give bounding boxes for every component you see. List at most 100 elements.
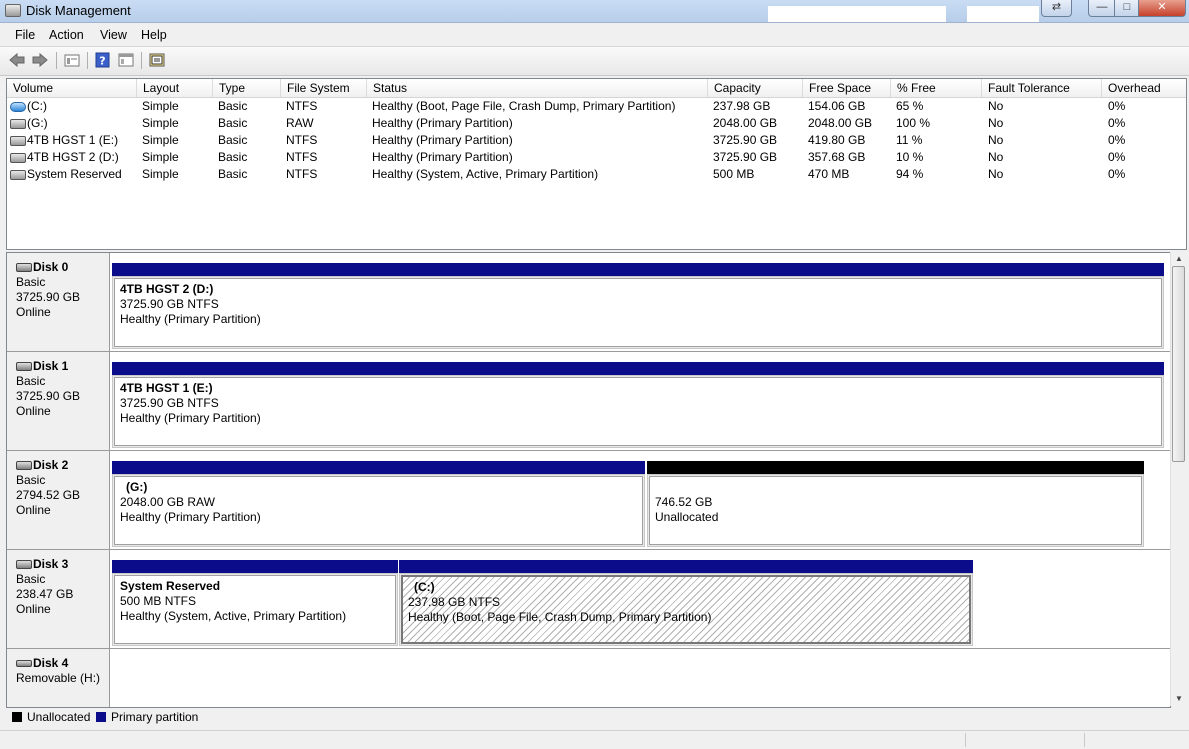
disk-row-1[interactable]: Disk 1 Basic 3725.90 GB Online 4TB HGST …	[7, 352, 1170, 451]
volume-row[interactable]: (C:) Simple Basic NTFS Healthy (Boot, Page F…	[7, 98, 1186, 115]
close-button[interactable]: ✕	[1138, 0, 1186, 17]
restore-icon[interactable]: ⇄	[1041, 0, 1072, 17]
partition-status: Healthy (Primary Partition)	[120, 510, 261, 524]
unallocated-swatch	[12, 712, 22, 722]
partition-size: 3725.90 GB NTFS	[120, 297, 219, 311]
col-file-system[interactable]: File System	[281, 79, 367, 97]
refresh-icon[interactable]	[148, 52, 166, 68]
minimize-button[interactable]: —	[1088, 0, 1116, 17]
col-volume[interactable]: Volume	[7, 79, 137, 97]
partition-name: (C:)	[414, 580, 435, 594]
partition-body-selected[interactable]: (C:) 237.98 GB NTFS Healthy (Boot, Page …	[401, 575, 971, 644]
menu-action[interactable]: Action	[49, 28, 84, 42]
partition-body[interactable]: System Reserved 500 MB NTFS Healthy (Sys…	[114, 575, 396, 644]
cell-free-space: 357.68 GB	[808, 150, 866, 164]
primary-partition-bar	[112, 263, 1164, 276]
cell-type: Basic	[218, 167, 248, 181]
volume-icon	[10, 136, 26, 146]
disk-name-label: Disk 3	[33, 557, 69, 571]
partition-status: Unallocated	[655, 510, 719, 524]
cell-volume-name: (G:)	[27, 116, 48, 130]
partition-c[interactable]: (C:) 237.98 GB NTFS Healthy (Boot, Page …	[399, 560, 973, 646]
volume-row[interactable]: (G:) Simple Basic RAW Healthy (Primary Parti…	[7, 115, 1186, 132]
partition-e[interactable]: 4TB HGST 1 (E:) 3725.90 GB NTFS Healthy …	[112, 362, 1164, 448]
col-layout[interactable]: Layout	[137, 79, 213, 97]
volume-row[interactable]: 4TB HGST 1 (E:) Simple Basic NTFS Healthy (P…	[7, 132, 1186, 149]
disk-info[interactable]: Disk 1 Basic 3725.90 GB Online	[7, 352, 110, 450]
disk-row-3[interactable]: Disk 3 Basic 238.47 GB Online System Res…	[7, 550, 1170, 649]
cell-volume-name: System Reserved	[27, 167, 122, 181]
col-capacity[interactable]: Capacity	[708, 79, 803, 97]
partition-body[interactable]: 746.52 GB Unallocated	[649, 476, 1142, 545]
disk-name: Disk 4	[16, 656, 109, 671]
maximize-button[interactable]: □	[1114, 0, 1140, 17]
cell-percent-free: 65 %	[896, 99, 924, 113]
partition-g[interactable]: (G:) 2048.00 GB RAW Healthy (Primary Par…	[112, 461, 645, 547]
scrollbar-thumb[interactable]	[1172, 266, 1185, 462]
cell-fault-tolerance: No	[988, 150, 1004, 164]
disk-status: Online	[16, 404, 51, 418]
menu-file[interactable]: File	[15, 28, 35, 42]
hard-disk-icon	[16, 362, 32, 371]
col-type[interactable]: Type	[213, 79, 281, 97]
cell-status: Healthy (System, Active, Primary Partiti…	[372, 167, 599, 181]
disk-info[interactable]: Disk 2 Basic 2794.52 GB Online	[7, 451, 110, 549]
unallocated-space[interactable]: 746.52 GB Unallocated	[647, 461, 1144, 547]
cell-file-system: NTFS	[286, 167, 318, 181]
cell-capacity: 3725.90 GB	[713, 150, 778, 164]
disk-name-label: Disk 4	[33, 656, 69, 670]
disk-info[interactable]: Disk 0 Basic 3725.90 GB Online	[7, 253, 110, 351]
disk-row-4[interactable]: Disk 4 Removable (H:)	[7, 649, 1170, 707]
col-free-space[interactable]: Free Space	[803, 79, 891, 97]
disk-type: Basic	[16, 473, 46, 487]
scroll-down-icon[interactable]: ▼	[1175, 694, 1183, 703]
disk-pane-scrollbar[interactable]: ▲ ▼	[1170, 252, 1186, 706]
volume-list[interactable]: Volume Layout Type File System Status Ca…	[6, 78, 1187, 250]
menu-view[interactable]: View	[100, 28, 127, 42]
partition-body[interactable]: (G:) 2048.00 GB RAW Healthy (Primary Par…	[114, 476, 643, 545]
disk-info[interactable]: Disk 4 Removable (H:)	[7, 649, 110, 707]
status-segment	[1084, 733, 1189, 747]
disk-info[interactable]: Disk 3 Basic 238.47 GB Online	[7, 550, 110, 648]
cell-overhead: 0%	[1108, 99, 1126, 113]
primary-partition-bar	[112, 560, 398, 573]
back-icon[interactable]	[8, 52, 26, 68]
toolbar-separator	[87, 52, 88, 69]
toolbar-separator	[56, 52, 57, 69]
partition-body[interactable]: 4TB HGST 1 (E:) 3725.90 GB NTFS Healthy …	[114, 377, 1162, 446]
menu-help[interactable]: Help	[141, 28, 167, 42]
toolbar-separator	[141, 52, 142, 69]
legend-unallocated: Unallocated	[27, 710, 91, 724]
help-icon[interactable]: ?	[94, 52, 112, 68]
cell-percent-free: 11 %	[896, 133, 923, 147]
disk-size: 238.47 GB	[16, 587, 74, 601]
cell-capacity: 500 MB	[713, 167, 755, 181]
properties-icon[interactable]	[63, 52, 81, 68]
system-volume-icon	[10, 102, 26, 112]
cell-layout: Simple	[142, 133, 179, 147]
cell-layout: Simple	[142, 99, 179, 113]
disk-row-0[interactable]: Disk 0 Basic 3725.90 GB Online 4TB HGST …	[7, 253, 1170, 352]
col-status[interactable]: Status	[367, 79, 708, 97]
cell-overhead: 0%	[1108, 150, 1126, 164]
volume-row[interactable]: 4TB HGST 2 (D:) Simple Basic NTFS Healthy (P…	[7, 149, 1186, 166]
volume-row[interactable]: System Reserved Simple Basic NTFS Healthy (S…	[7, 166, 1186, 183]
scroll-up-icon[interactable]: ▲	[1175, 254, 1183, 263]
cell-capacity: 3725.90 GB	[713, 133, 778, 147]
partition-d[interactable]: 4TB HGST 2 (D:) 3725.90 GB NTFS Healthy …	[112, 263, 1164, 349]
title-bar: Disk Management ⇄ — □ ✕	[0, 0, 1189, 23]
col-fault-tolerance[interactable]: Fault Tolerance	[982, 79, 1102, 97]
cell-free-space: 470 MB	[808, 167, 850, 181]
console-icon[interactable]	[117, 52, 135, 68]
partition-body[interactable]: 4TB HGST 2 (D:) 3725.90 GB NTFS Healthy …	[114, 278, 1162, 347]
hard-disk-icon	[16, 461, 32, 470]
col-overhead[interactable]: Overhead	[1102, 79, 1186, 97]
partition-system-reserved[interactable]: System Reserved 500 MB NTFS Healthy (Sys…	[112, 560, 398, 646]
col-percent-free[interactable]: % Free	[891, 79, 982, 97]
cell-volume-name: 4TB HGST 2 (D:)	[27, 150, 119, 164]
forward-icon[interactable]	[31, 52, 49, 68]
disk-type: Basic	[16, 572, 46, 586]
disk-row-2[interactable]: Disk 2 Basic 2794.52 GB Online (G:) 2048…	[7, 451, 1170, 550]
title-mask	[768, 6, 946, 22]
disk-graphical-view[interactable]: Disk 0 Basic 3725.90 GB Online 4TB HGST …	[6, 252, 1171, 708]
